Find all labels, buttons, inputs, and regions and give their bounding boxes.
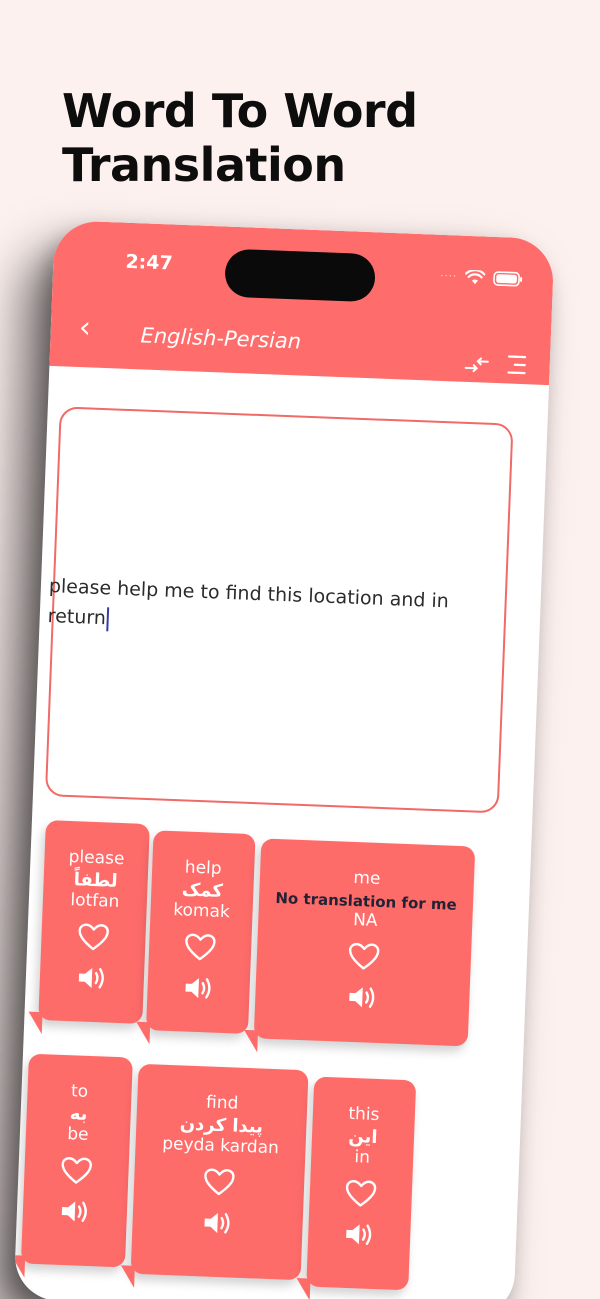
promo-headline: Word To Word Translation: [62, 84, 418, 192]
speaker-icon[interactable]: [255, 980, 470, 1018]
swap-languages-icon[interactable]: [463, 356, 490, 375]
speaker-icon[interactable]: [39, 963, 144, 997]
speaker-icon[interactable]: [132, 1207, 303, 1244]
word-card-help[interactable]: help کمک komak: [145, 830, 256, 1035]
wifi-icon: [464, 269, 486, 285]
speaker-icon[interactable]: [308, 1219, 411, 1253]
headline-line-1: Word To Word: [62, 84, 418, 138]
favorite-heart-icon[interactable]: [24, 1155, 129, 1191]
speaker-icon[interactable]: [22, 1197, 127, 1231]
card-transliteration: in: [354, 1147, 371, 1168]
card-transliteration: be: [66, 1124, 89, 1145]
text-caret: [106, 606, 110, 631]
dynamic-island: [224, 248, 376, 303]
card-source-word: help: [184, 857, 222, 879]
card-source-word: me: [353, 867, 381, 889]
headline-line-2: Translation: [62, 138, 346, 192]
card-source-word: this: [348, 1103, 380, 1126]
back-button[interactable]: ‹: [78, 310, 91, 345]
word-card-to[interactable]: to به be: [20, 1053, 133, 1268]
word-card-me[interactable]: me No translation for me NA: [253, 838, 476, 1047]
app-bar: 2:47 ···· ‹ English-Persian: [49, 220, 555, 386]
favorite-heart-icon[interactable]: [41, 921, 146, 957]
status-icons: ····: [440, 269, 523, 287]
speaker-icon[interactable]: [147, 973, 250, 1007]
card-transliteration: komak: [172, 900, 231, 923]
battery-icon: [493, 271, 523, 287]
card-source-word: to: [70, 1081, 89, 1102]
card-transliteration: lotfan: [70, 890, 120, 912]
word-card-this[interactable]: this این in: [306, 1076, 417, 1291]
favorite-heart-icon[interactable]: [149, 931, 252, 967]
phone-frame: 2:47 ···· ‹ English-Persian please help …: [13, 220, 555, 1299]
language-pair-title: English-Persian: [140, 323, 302, 354]
favorite-heart-icon[interactable]: [309, 1178, 412, 1214]
menu-icon[interactable]: [505, 353, 528, 376]
favorite-heart-icon[interactable]: [134, 1165, 305, 1204]
word-cards: please لطفاً lotfan help کمک komak me No…: [20, 820, 532, 1291]
screenshot: Word To Word Translation 2:47 ···· ‹ Eng…: [0, 0, 600, 1299]
source-text[interactable]: please help me to find this location and…: [47, 571, 489, 648]
card-source-word: please: [68, 847, 125, 870]
word-card-please[interactable]: please لطفاً lotfan: [38, 820, 150, 1024]
favorite-heart-icon[interactable]: [256, 938, 471, 978]
source-text-input[interactable]: please help me to find this location and…: [44, 406, 514, 814]
status-time: 2:47: [125, 250, 174, 275]
word-card-find[interactable]: find پیدا کردن peyda kardan: [130, 1063, 309, 1281]
signal-dots: ····: [440, 270, 458, 283]
